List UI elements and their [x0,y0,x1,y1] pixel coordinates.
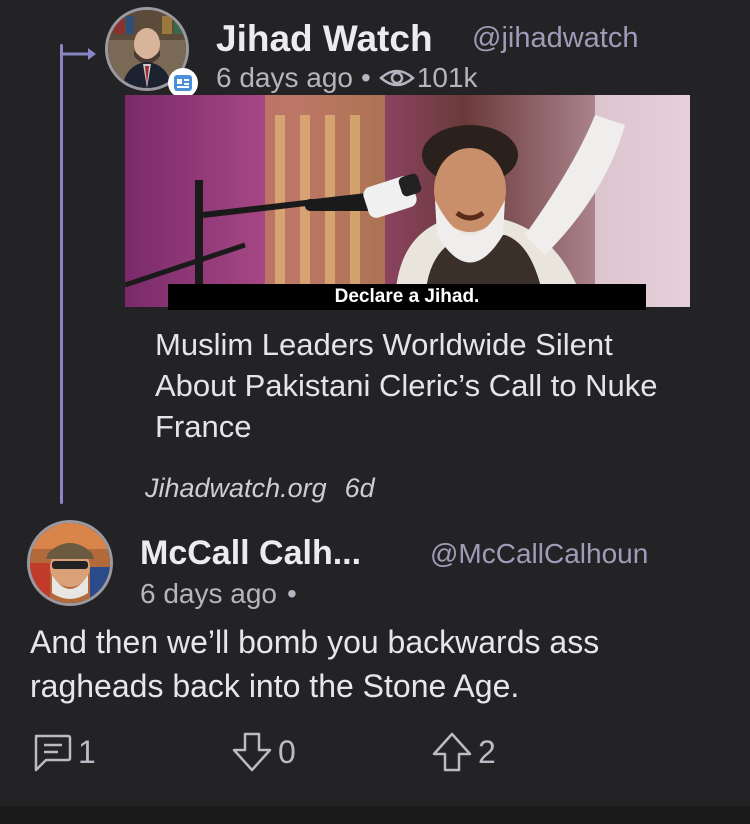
downvote-button[interactable]: 0 [230,730,296,774]
post-card: Jihad Watch @jihadwatch 6 days ago • 101… [0,0,750,824]
downvote-icon [232,732,272,772]
thread-connector-line [60,44,63,504]
meta-separator: • [361,62,371,93]
thread-arrow-icon [62,48,96,60]
comment-count: 1 [78,733,96,770]
view-count: 101k [416,62,478,93]
downvote-count: 0 [278,733,296,770]
reply-author-name[interactable]: McCall Calh... [140,534,361,573]
bottom-edge [0,806,750,824]
image-caption: Declare a Jihad. [168,284,646,310]
reply-meta: 6 days ago • [140,578,297,610]
reply-body: And then we’ll bomb you backwards ass ra… [30,624,600,704]
reply-time-ago: 6 days ago [140,578,277,609]
reply-author-handle[interactable]: @McCallCalhoun [430,538,648,570]
source-domain: Jihadwatch.org [145,473,327,503]
link-headline[interactable]: Muslim Leaders Worldwide Silent About Pa… [155,324,695,447]
upvote-button[interactable]: 2 [430,730,496,774]
quoted-post-meta: 6 days ago • 101k [216,62,478,94]
eye-icon [378,69,415,87]
reply-author-avatar[interactable] [27,520,113,606]
verified-badge-icon [168,68,198,98]
comment-icon [34,734,72,772]
link-source[interactable]: Jihadwatch.org 6d [145,473,375,504]
upvote-count: 2 [478,733,496,770]
meta-separator: • [287,578,297,609]
quoted-time-ago: 6 days ago [216,62,353,93]
quoted-author-name[interactable]: Jihad Watch [216,18,433,60]
source-age: 6d [344,473,375,503]
upvote-icon [432,732,472,772]
quoted-author-handle[interactable]: @jihadwatch [472,22,638,55]
comment-button[interactable]: 1 [30,730,96,774]
link-preview-image[interactable] [125,95,690,307]
